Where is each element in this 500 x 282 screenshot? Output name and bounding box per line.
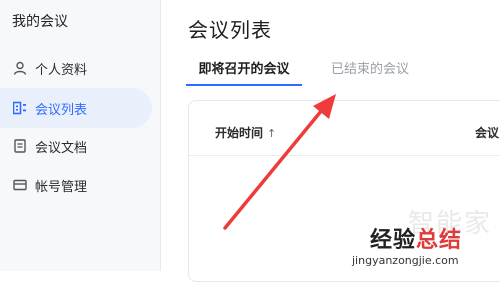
sidebar-title: 我的会议 [12,14,68,30]
watermark-black-text: 经验 [370,228,417,253]
account-icon [13,178,27,192]
watermark-logo-text: 经验总结 [370,222,462,254]
watermark-red-text: 总结 [416,228,463,253]
meeting-list-icon [12,101,27,115]
user-icon [13,61,27,75]
sidebar-item-label: 会议文档 [35,140,88,156]
sort-ascending-icon[interactable]: ↑ [267,127,276,140]
sidebar-item-label: 会议列表 [35,102,88,118]
watermark-url: jingyanzongjie.com [352,254,459,267]
sidebar-item-label: 个人资料 [35,62,88,78]
sidebar-item-label: 帐号管理 [35,179,88,195]
page-title: 会议列表 [188,18,272,42]
document-icon [13,139,27,153]
column-start-time-label: 开始时间 [215,126,264,140]
column-meeting[interactable]: 会议 [475,124,499,141]
tab-ended-meetings[interactable]: 已结束的会议 [331,56,409,84]
sidebar-item-meeting-list[interactable]: 会议列表 [0,88,152,128]
sidebar-item-account[interactable]: 帐号管理 [0,165,152,205]
sidebar-item-profile[interactable]: 个人资料 [0,48,152,88]
tab-upcoming-meetings[interactable]: 即将召开的会议 [186,56,302,86]
column-start-time[interactable]: 开始时间 ↑ [215,124,276,141]
table-header: 开始时间 ↑ 会议 [189,101,500,156]
sidebar: 我的会议 个人资料 会议列表 会议文档 帐号管理 [0,0,161,271]
sidebar-item-documents[interactable]: 会议文档 [0,126,152,166]
